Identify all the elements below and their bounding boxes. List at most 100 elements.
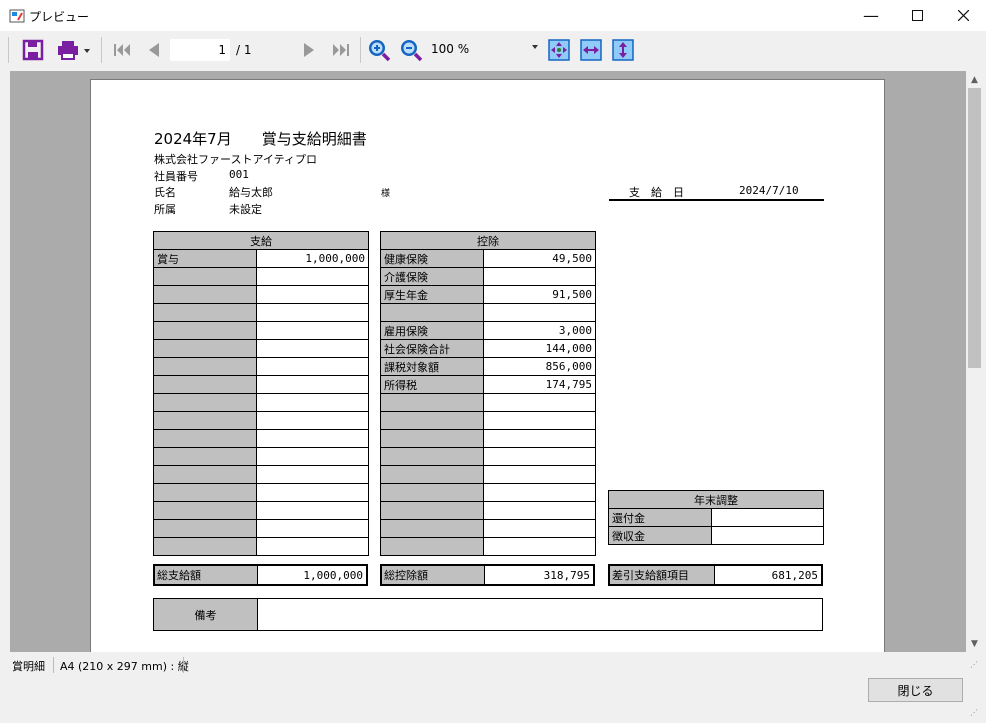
row-value	[711, 508, 824, 527]
table-row: 社会保険合計 144,000	[380, 339, 596, 358]
scroll-up-icon[interactable]: ▲	[966, 71, 983, 88]
vertical-scrollbar[interactable]: ▲ ▼	[966, 71, 983, 652]
table-row	[380, 429, 596, 448]
name-label: 氏名	[154, 186, 176, 199]
name-value: 給与太郎	[229, 186, 273, 199]
maximize-button[interactable]	[894, 0, 940, 31]
row-value	[256, 483, 369, 502]
row-label	[153, 447, 257, 466]
resize-grip-icon: ⋰	[970, 708, 978, 717]
row-value	[256, 411, 369, 430]
fit-height-icon	[612, 39, 634, 61]
row-value	[256, 339, 369, 358]
row-value: 49,500	[483, 249, 596, 268]
table-row: 介護保険	[380, 267, 596, 286]
pay-date-label: 支 給 日	[629, 186, 684, 199]
row-label	[153, 303, 257, 322]
row-value	[483, 465, 596, 484]
table-row	[153, 321, 369, 340]
table-row	[153, 375, 369, 394]
total-pay-label: 総支給額	[155, 566, 258, 584]
total-pay-value: 1,000,000	[258, 566, 366, 584]
row-label	[380, 393, 484, 412]
pay-date-value: 2024/7/10	[739, 184, 799, 197]
pay-table: 支給 賞与 1,000,000	[153, 231, 369, 556]
status-paper-size: A4 (210 x 297 mm) : 縦	[60, 660, 189, 673]
zoom-select[interactable]: 100 %	[428, 39, 542, 61]
previous-page-icon	[149, 43, 159, 57]
print-button[interactable]	[57, 37, 91, 63]
table-row: 厚生年金 91,500	[380, 285, 596, 304]
save-button[interactable]	[20, 37, 46, 63]
row-value	[483, 411, 596, 430]
row-label	[153, 519, 257, 538]
row-value: 1,000,000	[256, 249, 369, 268]
employee-no-label: 社員番号	[154, 170, 198, 183]
net-pay-label: 差引支給額項目	[610, 566, 715, 584]
net-pay-row: 差引支給額項目 681,205	[608, 564, 823, 586]
fit-height-button[interactable]	[610, 37, 636, 63]
scroll-down-icon[interactable]: ▼	[966, 635, 983, 652]
table-row	[153, 267, 369, 286]
table-row: 健康保険 49,500	[380, 249, 596, 268]
resize-grip-icon: ⋰	[970, 660, 978, 669]
total-deduction-label: 総控除額	[382, 566, 485, 584]
previous-page-button[interactable]	[141, 37, 167, 63]
remarks-value	[258, 599, 822, 630]
table-row	[153, 339, 369, 358]
row-value: 174,795	[483, 375, 596, 394]
row-label	[380, 429, 484, 448]
fit-whole-page-button[interactable]	[546, 37, 572, 63]
table-row	[153, 393, 369, 412]
row-value	[483, 537, 596, 556]
row-value	[483, 393, 596, 412]
company-name: 株式会社ファーストアイティプロ	[154, 153, 318, 166]
row-label	[153, 411, 257, 430]
scrollbar-thumb[interactable]	[968, 88, 981, 368]
zoom-out-button[interactable]	[398, 37, 424, 63]
table-row: 課税対象額 856,000	[380, 357, 596, 376]
maximize-icon	[911, 10, 923, 21]
fit-width-button[interactable]	[578, 37, 604, 63]
pay-date-underline	[609, 199, 824, 201]
zoom-value: 100 %	[431, 42, 470, 56]
minimize-button[interactable]: —	[848, 0, 894, 31]
row-value: 91,500	[483, 285, 596, 304]
dept-value: 未設定	[229, 203, 262, 216]
row-label	[380, 303, 484, 322]
last-page-button[interactable]	[328, 37, 354, 63]
row-label: 介護保険	[380, 267, 484, 286]
row-label: 厚生年金	[380, 285, 484, 304]
total-deduction-value: 318,795	[485, 566, 593, 584]
row-value	[711, 526, 824, 545]
row-value	[483, 447, 596, 466]
row-label	[380, 411, 484, 430]
honorific: 様	[381, 189, 391, 199]
page-number-input[interactable]	[170, 39, 230, 61]
row-label	[380, 537, 484, 556]
table-row	[380, 393, 596, 412]
row-label	[153, 375, 257, 394]
row-label: 所得税	[380, 375, 484, 394]
row-label: 徴収金	[608, 526, 712, 545]
row-value	[256, 303, 369, 322]
table-row	[380, 465, 596, 484]
fit-page-icon	[548, 39, 570, 61]
table-row	[153, 303, 369, 322]
fit-width-icon	[580, 39, 602, 61]
row-value	[256, 375, 369, 394]
row-value	[483, 429, 596, 448]
table-row	[380, 537, 596, 556]
close-button[interactable]: 閉じる	[868, 678, 963, 702]
preview-viewport[interactable]: 2024年7月 賞与支給明細書 株式会社ファーストアイティプロ 社員番号 001…	[10, 71, 966, 652]
employee-no-value: 001	[229, 168, 249, 181]
zoom-in-button[interactable]	[366, 37, 392, 63]
title-bar: プレビュー —	[0, 0, 986, 31]
row-label	[153, 339, 257, 358]
row-value	[483, 483, 596, 502]
next-page-icon	[304, 43, 314, 57]
first-page-button[interactable]	[109, 37, 135, 63]
close-window-button[interactable]	[940, 0, 986, 31]
next-page-button[interactable]	[296, 37, 322, 63]
row-label: 賞与	[153, 249, 257, 268]
